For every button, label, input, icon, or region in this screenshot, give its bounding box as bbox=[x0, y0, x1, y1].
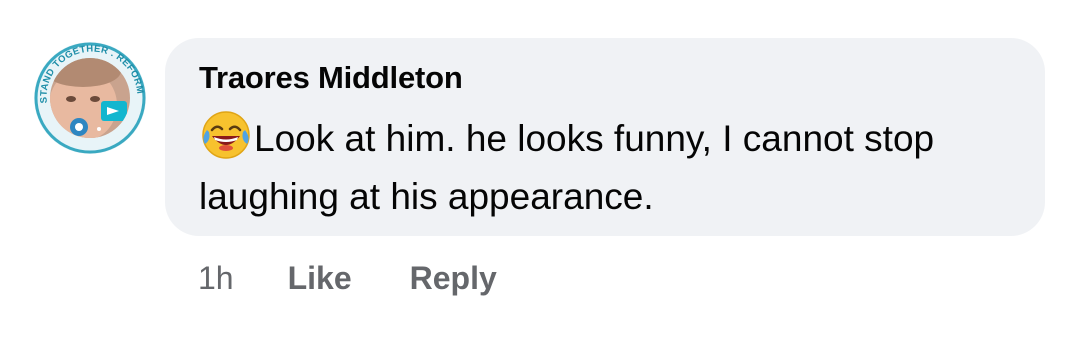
comment-actions: 1h Like Reply bbox=[198, 256, 497, 300]
comment-author[interactable]: Traores Middleton bbox=[199, 58, 1015, 98]
comment-bubble: Traores Middleton Look at him. he looks … bbox=[165, 38, 1045, 236]
face-with-tears-of-joy-icon bbox=[199, 108, 253, 162]
reply-button[interactable]: Reply bbox=[410, 260, 497, 297]
avatar-image: STAND TOGETHER . REFORM UK bbox=[33, 41, 146, 154]
comment-timestamp[interactable]: 1h bbox=[198, 260, 234, 297]
like-button[interactable]: Like bbox=[288, 260, 352, 297]
comment-text-body: Look at him. he looks funny, I cannot st… bbox=[199, 118, 935, 217]
avatar[interactable]: STAND TOGETHER . REFORM UK bbox=[33, 41, 147, 155]
comment-text: Look at him. he looks funny, I cannot st… bbox=[199, 108, 999, 226]
